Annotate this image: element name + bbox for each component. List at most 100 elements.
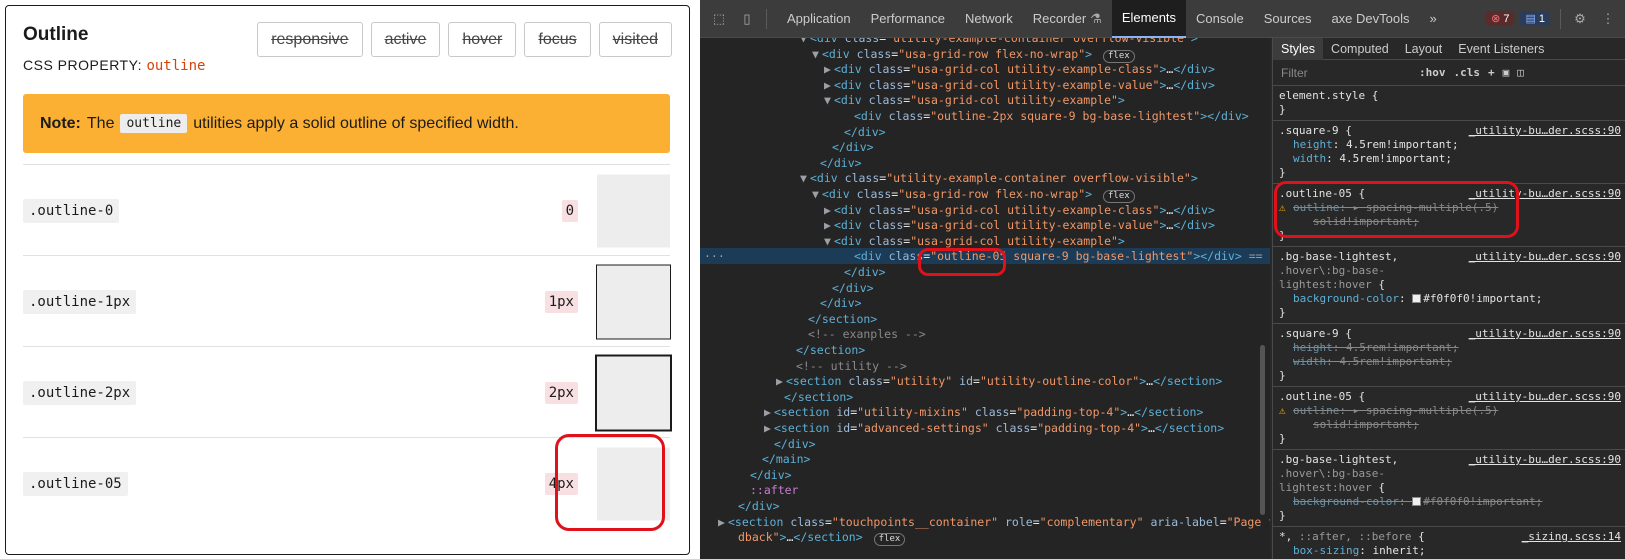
tab-axe-devtools[interactable]: axe DevTools <box>1321 0 1419 38</box>
tab-application[interactable]: Application <box>777 0 861 38</box>
css-property-value: outline <box>146 58 206 74</box>
collapse-triangle-icon[interactable]: ▼ <box>800 170 810 186</box>
tab-recorder[interactable]: Recorder ⚗ <box>1023 0 1112 38</box>
dom-node[interactable]: ▶ <div class="usa-grid-col utility-exampl… <box>700 61 1270 77</box>
state-button-active[interactable]: active <box>370 22 441 57</box>
expand-triangle-icon[interactable]: ▶ <box>824 77 834 93</box>
expand-triangle-icon[interactable]: ▶ <box>764 404 774 420</box>
style-rule[interactable]: .square-9 {_utility-bu…der.scss:90 height… <box>1273 121 1625 184</box>
dom-node-markup: </div> <box>844 265 886 279</box>
dom-node[interactable]: ▶ <section id="advanced-settings" class="… <box>700 420 1270 436</box>
style-rule[interactable]: .square-9 {_utility-bu…der.scss:90 height… <box>1273 324 1625 387</box>
paint-icon[interactable]: ▣ <box>1503 66 1510 79</box>
dom-node[interactable]: </section> <box>700 389 1270 405</box>
styles-tabs: Styles Computed Layout Event Listeners <box>1273 38 1625 60</box>
example-row: .outline-0 0 <box>23 164 670 256</box>
message-count-badge[interactable]: ▤ 1 <box>1520 11 1550 26</box>
tab-network[interactable]: Network <box>955 0 1023 38</box>
collapse-triangle-icon[interactable]: ▼ <box>824 92 834 108</box>
hov-toggle[interactable]: :hov <box>1419 66 1446 79</box>
dom-node[interactable]: </div> <box>700 295 1270 311</box>
note-banner: Note: The outline utilities apply a soli… <box>23 94 670 153</box>
example-square <box>595 354 672 431</box>
expand-triangle-icon[interactable]: ▶ <box>824 202 834 218</box>
inspect-element-icon[interactable]: ⬚ <box>710 10 728 28</box>
dom-node[interactable]: </div> <box>700 124 1270 140</box>
dom-node[interactable]: ▶ <div class="usa-grid-col utility-exampl… <box>700 202 1270 218</box>
expand-triangle-icon[interactable]: ▶ <box>718 514 728 530</box>
dom-node[interactable]: ▼ <div class="utility-example-container o… <box>700 170 1270 186</box>
kebab-menu-icon[interactable]: ⋮ <box>1599 10 1617 28</box>
tab-styles[interactable]: Styles <box>1273 38 1324 60</box>
dom-node[interactable]: </div> <box>700 498 1270 514</box>
flask-icon: ⚗ <box>1090 10 1102 26</box>
dom-scrollbar[interactable] <box>1260 345 1265 515</box>
expand-triangle-icon[interactable]: ▶ <box>776 373 786 389</box>
error-count: 7 <box>1503 12 1510 25</box>
dom-node-markup: <section id="utility-mixins" class="padd… <box>774 405 1204 420</box>
collapse-triangle-icon[interactable]: ▼ <box>812 186 822 202</box>
more-tabs-button[interactable]: » <box>1420 0 1447 38</box>
dom-node[interactable]: </section> <box>700 311 1270 327</box>
dom-node-markup: <section id="advanced-settings" class="p… <box>774 421 1225 435</box>
dom-node[interactable]: </div> <box>700 280 1270 296</box>
dom-node[interactable]: </div> <box>700 467 1270 483</box>
style-rule[interactable]: .outline-05 {_utility-bu…der.scss:90 ⚠ out… <box>1273 387 1625 450</box>
gear-icon[interactable]: ⚙ <box>1571 10 1589 28</box>
tab-event-listeners[interactable]: Event Listeners <box>1450 38 1552 60</box>
error-count-badge[interactable]: ⊗ 7 <box>1486 11 1515 26</box>
note-label: Note: <box>40 114 81 132</box>
dom-node[interactable]: ▶ <section id="utility-mixins" class="pad… <box>700 404 1270 420</box>
style-rule[interactable]: .bg-base-lightest, _utility-bu…der.scss:9… <box>1273 450 1625 527</box>
state-button-hover[interactable]: hover <box>448 22 517 57</box>
add-rule-icon[interactable]: + <box>1488 66 1495 79</box>
state-button-visited[interactable]: visited <box>598 22 672 57</box>
expand-triangle-icon[interactable]: ▶ <box>824 217 834 233</box>
dom-node[interactable]: </main> <box>700 451 1270 467</box>
style-rule[interactable]: *, ::after, ::before {_sizing.scss:14 box… <box>1273 527 1625 559</box>
dom-node-markup: <div class="outline-2px square-9 bg-base… <box>854 109 1249 123</box>
dom-node[interactable]: ▼ <div class="usa-grid-col utility-exampl… <box>700 233 1270 249</box>
dom-node[interactable]: dback">…</section> flex <box>700 529 1270 547</box>
state-button-responsive[interactable]: responsive <box>257 22 363 57</box>
dom-node[interactable]: </div> <box>700 155 1270 171</box>
dom-node[interactable]: <div class="outline-2px square-9 bg-base… <box>700 108 1270 124</box>
dom-node-markup: </section> <box>808 311 878 326</box>
dom-node[interactable]: </div> <box>700 139 1270 155</box>
cls-toggle[interactable]: .cls <box>1454 66 1481 79</box>
tab-layout[interactable]: Layout <box>1397 38 1451 60</box>
dom-node-markup: <section class="touchpoints__container" … <box>728 514 1270 529</box>
utility-class-name: .outline-0 <box>23 198 120 223</box>
dom-node[interactable]: ▶ <div class="usa-grid-col utility-exampl… <box>700 77 1270 93</box>
dom-node[interactable]: ▼ <div class="usa-grid-col utility-exampl… <box>700 92 1270 108</box>
dom-node[interactable]: ▼ <div class="usa-grid-row flex-no-wrap">… <box>700 46 1270 63</box>
dom-node[interactable]: </div> <box>700 436 1270 452</box>
style-rule[interactable]: element.style {} <box>1273 86 1625 121</box>
collapse-triangle-icon[interactable]: ▼ <box>824 233 834 249</box>
tab-performance[interactable]: Performance <box>861 0 955 38</box>
ellipsis-icon[interactable]: ··· <box>704 248 725 264</box>
tab-console[interactable]: Console <box>1186 0 1254 38</box>
dom-node[interactable]: </section> <box>700 342 1270 358</box>
collapse-triangle-icon[interactable]: ▼ <box>812 46 822 62</box>
state-button-focus[interactable]: focus <box>524 22 591 57</box>
dom-node[interactable]: ▶ <section class="touchpoints__container"… <box>700 514 1270 530</box>
dom-node-markup: <div class="outline-05 square-9 bg-base-… <box>854 249 1270 264</box>
dom-node[interactable]: ::after <box>700 482 1270 498</box>
dom-node[interactable]: <!-- exanples --> <box>700 326 1270 342</box>
sidebar-toggle-icon[interactable]: ◫ <box>1517 66 1524 79</box>
styles-filter-input[interactable]: Filter <box>1281 66 1411 80</box>
device-toolbar-icon[interactable]: ▯ <box>738 10 756 28</box>
tab-sources[interactable]: Sources <box>1254 0 1322 38</box>
tab-computed[interactable]: Computed <box>1323 38 1397 60</box>
annotation-highlight <box>555 434 665 531</box>
tab-elements[interactable]: Elements <box>1111 0 1187 38</box>
dom-node[interactable]: <!-- utility --> <box>700 358 1270 374</box>
dom-node[interactable]: ▶ <div class="usa-grid-col utility-exampl… <box>700 217 1270 233</box>
expand-triangle-icon[interactable]: ▶ <box>824 61 834 77</box>
dom-node[interactable]: ▶ <section class="utility" id="utility-ou… <box>700 373 1270 389</box>
style-rule[interactable]: .bg-base-lightest, _utility-bu…der.scss:9… <box>1273 247 1625 324</box>
expand-triangle-icon[interactable]: ▶ <box>764 420 774 436</box>
dom-node[interactable]: ▼ <div class="usa-grid-row flex-no-wrap">… <box>700 186 1270 203</box>
dom-node-markup: <div class="usa-grid-col utility-example… <box>834 218 1215 233</box>
